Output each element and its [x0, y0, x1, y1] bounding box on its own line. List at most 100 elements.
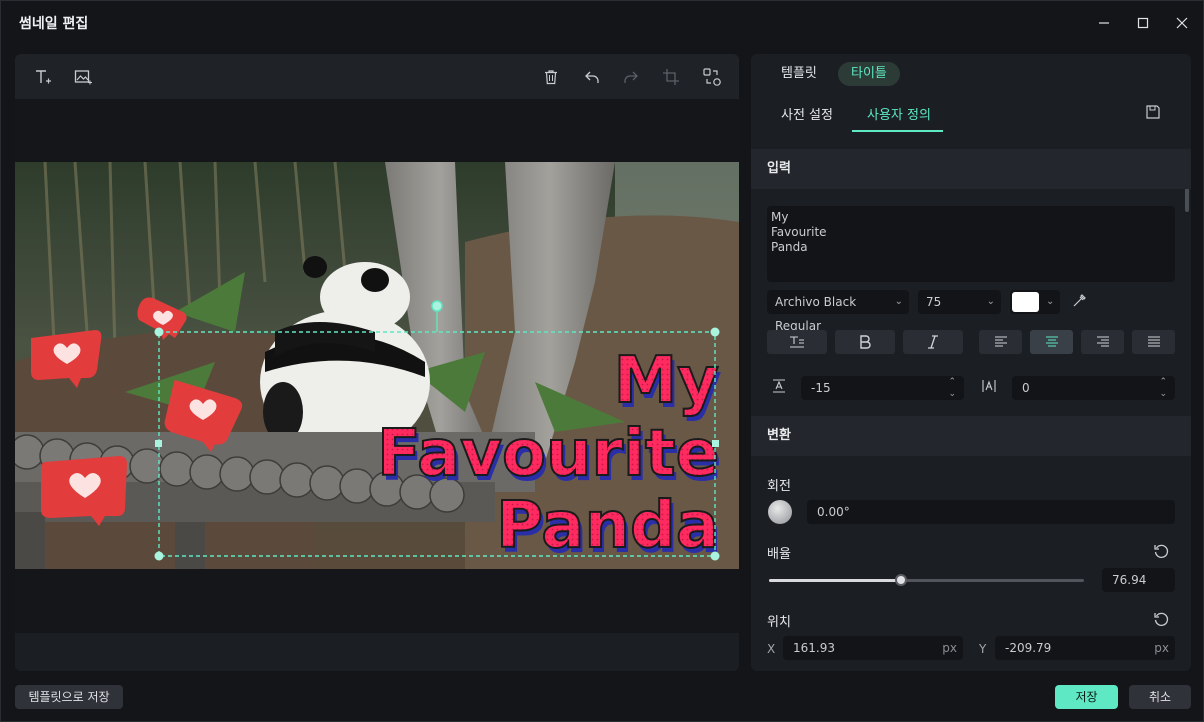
section-transform: 변환: [751, 416, 1191, 456]
canvas-panel: My My Favourite Favourite Panda Panda: [15, 54, 739, 671]
text-line: Panda: [771, 240, 808, 254]
line-spacing-icon: [771, 378, 787, 394]
tab-title[interactable]: 타이틀: [838, 62, 900, 86]
crop-icon: [663, 69, 679, 85]
resize-handle: [710, 327, 720, 337]
y-position-input[interactable]: -209.79 px: [995, 636, 1175, 660]
reset-icon: [1154, 544, 1169, 558]
subtab-custom[interactable]: 사용자 정의: [867, 104, 931, 123]
properties-panel: 템플릿 타이틀 사전 설정 사용자 정의 입력 My Favourite Pan…: [751, 54, 1191, 671]
color-swatch: [1012, 292, 1039, 312]
redo-button[interactable]: [620, 66, 642, 88]
thumbnail-image[interactable]: My My Favourite Favourite Panda Panda: [15, 162, 739, 569]
maximize-button[interactable]: [1132, 12, 1154, 34]
scale-slider-knob[interactable]: [895, 574, 908, 586]
y-label: Y: [979, 642, 987, 656]
align-center-button[interactable]: [1030, 330, 1073, 354]
save-preset-button[interactable]: [1145, 104, 1163, 122]
text-line: Favourite: [771, 225, 827, 239]
scale-slider-fill: [769, 579, 902, 582]
rotation-input[interactable]: 0.00°: [807, 500, 1175, 524]
reset-icon: [1154, 612, 1169, 626]
unit-label: px: [942, 641, 957, 655]
subtab-presets[interactable]: 사전 설정: [781, 104, 833, 123]
add-text-icon: [36, 70, 51, 84]
chevron-down-icon: ⌄: [894, 296, 903, 307]
save-as-template-button[interactable]: 템플릿으로 저장: [15, 685, 123, 709]
font-size-value: 75: [926, 295, 942, 309]
align-center-icon: [1045, 336, 1058, 347]
rotate-handle: [431, 300, 443, 312]
resize-handle: [712, 440, 719, 447]
italic-button[interactable]: [903, 330, 963, 354]
font-size-select[interactable]: 75 ⌄: [918, 290, 1001, 314]
char-spacing-icon: [981, 378, 997, 394]
font-family-select[interactable]: Archivo Black Regular ⌄: [767, 290, 909, 333]
panda-scene: My My Favourite Favourite Panda Panda: [15, 162, 739, 569]
title-text-input[interactable]: My Favourite Panda: [767, 206, 1175, 282]
add-text-button[interactable]: [32, 66, 54, 88]
resize-handle: [155, 440, 162, 447]
redo-icon: [624, 71, 638, 83]
unit-label: px: [1154, 641, 1169, 655]
bold-icon: [860, 335, 871, 349]
eyedropper-icon: [1073, 294, 1086, 307]
canvas-area: My My Favourite Favourite Panda Panda: [15, 99, 739, 633]
text-color-picker[interactable]: ⌄: [1010, 290, 1060, 314]
char-spacing-value: 0: [1022, 381, 1030, 395]
resize-handle: [154, 327, 164, 337]
scale-label: 배율: [767, 547, 791, 562]
align-left-button[interactable]: [979, 330, 1022, 354]
add-image-button[interactable]: [72, 66, 94, 88]
section-input: 입력: [751, 149, 1191, 189]
align-justify-button[interactable]: [1132, 330, 1175, 354]
reset-scale-button[interactable]: [1153, 543, 1171, 561]
scale-input[interactable]: 76.94: [1102, 568, 1175, 592]
title-line-3: Panda: [496, 489, 719, 563]
eyedropper-button[interactable]: [1071, 293, 1089, 311]
stepper-icon[interactable]: ⌃ ⌄: [948, 376, 956, 400]
align-justify-icon: [1147, 336, 1160, 347]
chevron-down-icon: ⌄: [1046, 296, 1055, 307]
tab-template[interactable]: 템플릿: [768, 62, 830, 86]
line-spacing-value: -15: [811, 381, 831, 395]
text-style-icon: [790, 336, 804, 348]
text-line: My: [771, 210, 789, 224]
replace-button[interactable]: [701, 66, 723, 88]
save-button[interactable]: 저장: [1055, 685, 1118, 709]
rotation-label: 회전: [767, 479, 791, 494]
x-position-value: 161.93: [793, 641, 835, 655]
minimize-button[interactable]: [1093, 12, 1115, 34]
italic-icon: [928, 335, 938, 349]
align-right-button[interactable]: [1081, 330, 1124, 354]
align-left-icon: [994, 336, 1007, 347]
maximize-icon: [1137, 17, 1149, 29]
stepper-icon[interactable]: ⌃ ⌄: [1159, 376, 1167, 400]
align-right-icon: [1096, 336, 1109, 347]
bold-button[interactable]: [835, 330, 895, 354]
rotation-dial[interactable]: [768, 500, 792, 524]
save-icon: [1146, 105, 1160, 119]
close-button[interactable]: [1171, 12, 1193, 34]
close-icon: [1176, 17, 1188, 29]
reset-position-button[interactable]: [1153, 611, 1171, 629]
title-line-2: Favourite: [377, 417, 719, 491]
scale-slider[interactable]: [769, 574, 1084, 586]
y-position-value: -209.79: [1005, 641, 1052, 655]
canvas-toolbar: [15, 54, 739, 99]
undo-button[interactable]: [581, 66, 603, 88]
text-style-button[interactable]: [767, 330, 827, 354]
title-line-1: My: [614, 344, 719, 418]
crop-button[interactable]: [660, 66, 682, 88]
replace-icon: [703, 68, 721, 86]
cancel-button[interactable]: 취소: [1129, 685, 1191, 709]
line-spacing-input[interactable]: -15 ⌃ ⌄: [801, 376, 964, 400]
x-position-input[interactable]: 161.93 px: [783, 636, 963, 660]
subtab-underline: [852, 130, 943, 132]
heart-sticker: [41, 456, 127, 526]
canvas-footer: [15, 633, 739, 671]
font-family-value: Archivo Black Regular: [775, 295, 857, 333]
char-spacing-input[interactable]: 0 ⌃ ⌄: [1012, 376, 1175, 400]
thumbnail-editor-window: 썸네일 편집 My My Favourite Favourite Panda P…: [0, 0, 1204, 722]
delete-button[interactable]: [540, 66, 562, 88]
